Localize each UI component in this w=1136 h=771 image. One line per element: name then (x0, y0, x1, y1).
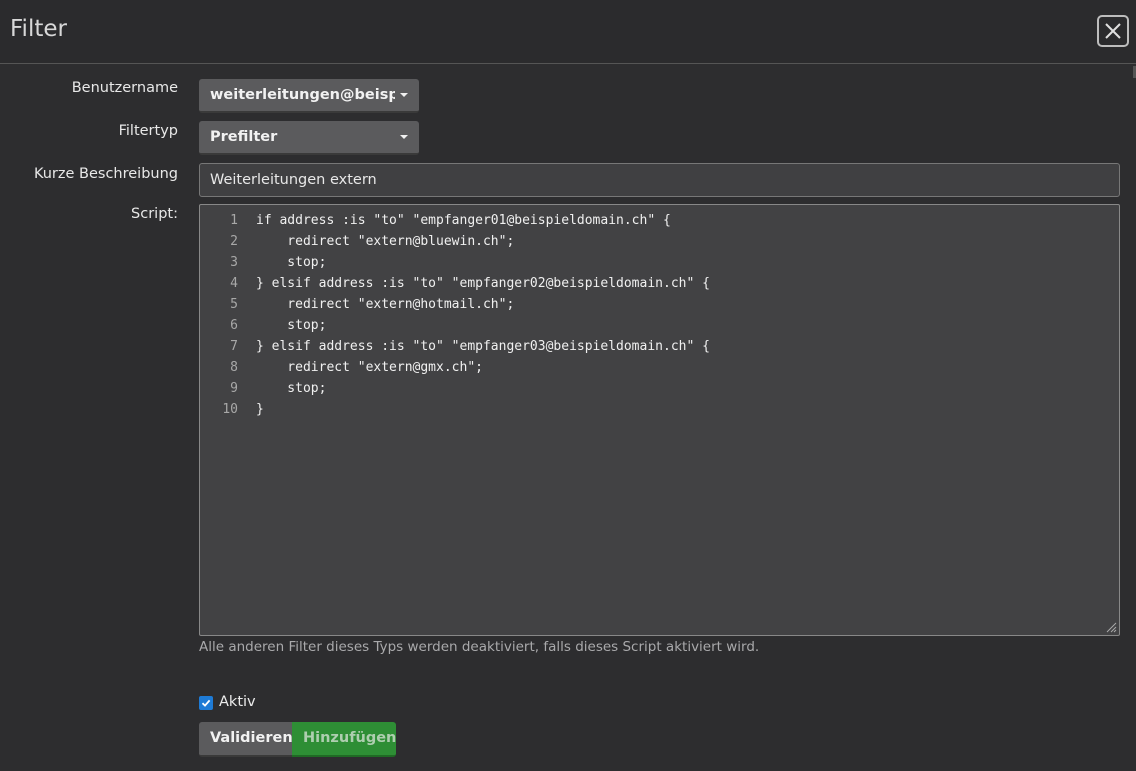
active-label: Aktiv (219, 694, 256, 710)
close-button[interactable] (1097, 15, 1129, 47)
code-line: 1 if address :is "to" "empfanger01@beispi… (200, 210, 1119, 231)
script-help-text: Alle anderen Filter dieses Typs werden d… (199, 639, 760, 655)
dialog-title: Filter (10, 16, 67, 42)
line-number: 9 (230, 381, 238, 396)
line-number: 5 (230, 297, 238, 312)
active-checkbox[interactable] (199, 696, 213, 710)
code-line: 4 } elsif address :is "to" "empfanger02@b… (200, 273, 1119, 294)
filter-type-label: Filtertyp (118, 123, 178, 139)
code-text: redirect "extern@bluewin.ch"; (256, 234, 515, 249)
line-number: 10 (222, 402, 238, 417)
code-text: stop; (256, 318, 327, 333)
username-label: Benutzername (71, 80, 178, 96)
code-line: 7 } elsif address :is "to" "empfanger03@b… (200, 336, 1119, 357)
checkmark-icon (201, 699, 211, 707)
code-line: 9 stop; (200, 378, 1119, 399)
code-text: redirect "extern@hotmail.ch"; (256, 297, 515, 312)
close-icon (1105, 23, 1121, 39)
username-value: weiterleitungen@beispieldomain.ch (210, 87, 395, 103)
dialog-header: Filter (0, 0, 1136, 64)
validate-button[interactable]: Validieren (199, 722, 293, 757)
code-text: stop; (256, 255, 327, 270)
chevron-down-icon (400, 135, 408, 139)
chevron-down-icon (400, 93, 408, 97)
line-number: 8 (230, 360, 238, 375)
script-editor[interactable]: 1 if address :is "to" "empfanger01@beispi… (199, 204, 1120, 636)
code-line: 3 stop; (200, 252, 1119, 273)
code-line: 6 stop; (200, 315, 1119, 336)
line-number: 6 (230, 318, 238, 333)
code-text: } elsif address :is "to" "empfanger03@be… (256, 339, 710, 354)
line-number: 7 (230, 339, 238, 354)
code-line: 10} (200, 399, 1119, 420)
code-line: 8 redirect "extern@gmx.ch"; (200, 357, 1119, 378)
script-label: Script: (131, 206, 178, 222)
code-text: } elsif address :is "to" "empfanger02@be… (256, 276, 710, 291)
code-text: redirect "extern@gmx.ch"; (256, 360, 483, 375)
code-text: } (256, 402, 264, 417)
line-number: 4 (230, 276, 238, 291)
username-dropdown[interactable]: weiterleitungen@beispieldomain.ch (199, 79, 419, 113)
filter-type-dropdown[interactable]: Prefilter (199, 121, 419, 155)
code-text: stop; (256, 381, 327, 396)
line-number: 1 (230, 213, 238, 228)
filter-type-value: Prefilter (210, 129, 278, 145)
add-button[interactable]: Hinzufügen (292, 722, 396, 757)
description-label: Kurze Beschreibung (33, 166, 178, 182)
code-text: if address :is "to" "empfanger01@beispie… (256, 213, 671, 228)
code-line: 2 redirect "extern@bluewin.ch"; (200, 231, 1119, 252)
line-number: 3 (230, 255, 238, 270)
resize-grip-icon[interactable] (1106, 622, 1117, 633)
code-line: 5 redirect "extern@hotmail.ch"; (200, 294, 1119, 315)
line-number: 2 (230, 234, 238, 249)
description-input[interactable] (199, 163, 1120, 197)
